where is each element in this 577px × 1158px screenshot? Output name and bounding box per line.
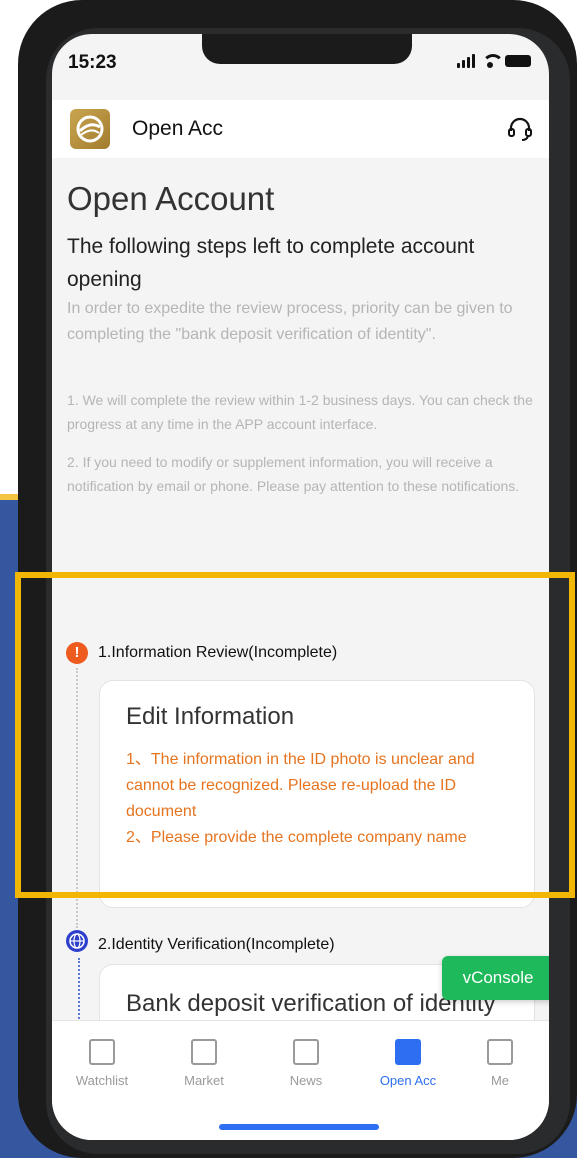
wifi-icon — [481, 54, 504, 68]
card-title: Bank deposit verification of identity — [126, 990, 496, 1017]
nav-title: Open Acc — [132, 117, 224, 140]
tab-market[interactable]: Market — [159, 1039, 249, 1088]
tab-label: Me — [490, 1073, 510, 1088]
app-logo-icon — [70, 109, 110, 149]
transfer-icon — [395, 1039, 421, 1065]
tab-news[interactable]: News — [261, 1039, 351, 1088]
nav-bar: Open Acc — [52, 100, 549, 158]
tab-bar: Watchlist Market News Open Acc Me — [52, 1020, 549, 1140]
step-title-identity-verification: 2.Identity Verification(Incomplete) — [98, 936, 335, 953]
camera-notch — [202, 34, 412, 64]
review-note: 1. We will complete the review within 1-… — [67, 392, 533, 432]
tab-me[interactable]: Me — [455, 1039, 545, 1088]
tab-open-acc[interactable]: Open Acc — [363, 1039, 453, 1088]
vconsole-button[interactable]: vConsole — [442, 956, 549, 1000]
tab-label: Open Acc — [379, 1073, 437, 1088]
highlight-box — [15, 572, 575, 898]
intro-text: In order to expedite the review process,… — [67, 300, 513, 343]
chart-line-icon — [89, 1039, 115, 1065]
profile-icon — [487, 1039, 513, 1065]
headset-icon[interactable] — [507, 116, 533, 142]
page-subtitle: The following steps left to complete acc… — [67, 235, 475, 291]
home-indicator[interactable] — [219, 1124, 379, 1130]
signal-icon — [457, 54, 475, 68]
bar-chart-icon — [191, 1039, 217, 1065]
tab-label: News — [289, 1073, 323, 1088]
globe-icon — [66, 930, 88, 952]
news-icon — [293, 1039, 319, 1065]
tab-watchlist[interactable]: Watchlist — [57, 1039, 147, 1088]
status-icons — [457, 54, 531, 68]
status-time: 15:23 — [68, 52, 117, 73]
notification-note: 2. If you need to modify or supplement i… — [67, 454, 520, 494]
tab-label: Market — [184, 1073, 224, 1088]
battery-icon — [505, 55, 531, 67]
tab-label: Watchlist — [75, 1073, 129, 1088]
page-title: Open Account — [67, 180, 275, 217]
